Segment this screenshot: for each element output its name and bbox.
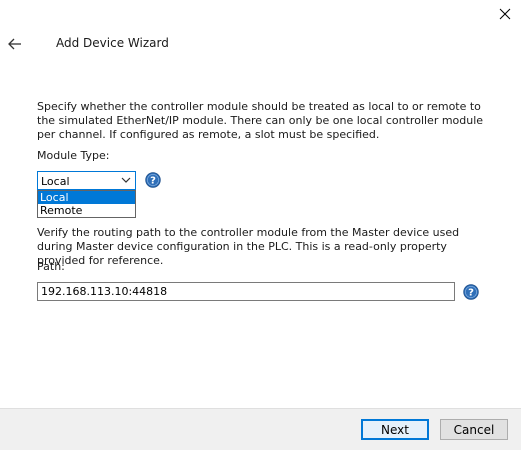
svg-text:?: ? [150,176,156,187]
svg-text:?: ? [468,288,474,299]
path-input[interactable] [37,282,455,301]
add-device-wizard-window: Add Device Wizard Specify whether the co… [0,0,521,450]
close-icon [499,8,511,20]
path-description: Verify the routing path to the controlle… [37,226,460,267]
module-type-label: Module Type: [37,149,110,162]
dropdown-option-remote[interactable]: Remote [38,204,135,217]
module-type-selected-value: Local [41,175,70,188]
module-type-description: Specify whether the controller module sh… [37,100,484,141]
module-type-dropdown-list: Local Remote [37,190,136,218]
path-label: Path: [37,260,65,273]
module-type-select[interactable]: Local [37,171,136,190]
close-button[interactable] [495,4,515,24]
cancel-button[interactable]: Cancel [440,419,508,440]
help-icon[interactable]: ? [145,172,161,188]
back-arrow-icon [8,38,21,50]
help-icon[interactable]: ? [463,284,479,300]
dropdown-option-local[interactable]: Local [38,191,135,204]
chevron-down-icon [121,177,131,183]
wizard-footer: Next Cancel [0,408,521,450]
wizard-title: Add Device Wizard [56,36,169,50]
next-button[interactable]: Next [361,419,429,440]
back-button[interactable] [6,36,24,52]
